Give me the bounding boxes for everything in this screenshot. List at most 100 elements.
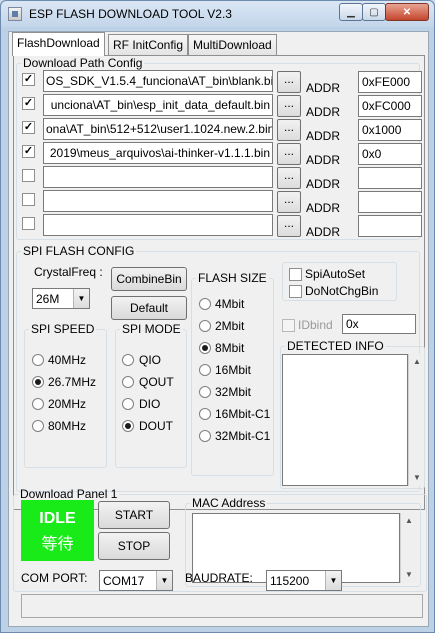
spi-mode-radio[interactable]: [122, 376, 134, 388]
spi-mode-radio[interactable]: [122, 354, 134, 366]
status-text-en: IDLE: [39, 510, 76, 527]
addr-label: ADDR: [306, 153, 341, 167]
path-field[interactable]: [43, 190, 273, 212]
addr-field[interactable]: 0x0: [358, 143, 422, 165]
chevron-down-icon: ▼: [156, 571, 172, 590]
minimize-button[interactable]: ▁: [339, 3, 363, 21]
path-field[interactable]: [43, 214, 273, 236]
scroll-up-icon[interactable]: ▲: [401, 513, 417, 529]
app-icon: [8, 7, 22, 21]
spi-speed-radio[interactable]: [32, 376, 44, 388]
start-button[interactable]: START: [98, 501, 170, 529]
minimize-icon: ▁: [347, 6, 355, 18]
chevron-down-icon: ▼: [73, 289, 89, 308]
addr-field[interactable]: [358, 167, 422, 189]
app-window: ESP FLASH DOWNLOAD TOOL V2.3 ▁ ▢ ✕ Flash…: [0, 0, 435, 633]
com-port-value: COM17: [103, 574, 145, 588]
chevron-down-icon: ▼: [325, 571, 341, 590]
spi-speed-label: 26.7MHz: [48, 375, 97, 389]
flash-size-radio[interactable]: [199, 320, 211, 332]
scroll-up-icon[interactable]: ▲: [409, 354, 425, 370]
com-port-label: COM PORT:: [21, 571, 88, 585]
status-text-cn: 等待: [41, 536, 74, 553]
spi-auto-set-checkbox[interactable]: [289, 268, 302, 281]
idbind-label: IDbind: [298, 318, 333, 332]
combine-bin-button[interactable]: CombineBin: [111, 267, 187, 291]
browse-button[interactable]: ...: [277, 191, 301, 213]
download-path-config-legend: Download Path Config: [23, 56, 143, 70]
addr-field[interactable]: 0xFE000: [358, 71, 422, 93]
browse-button[interactable]: ...: [277, 215, 301, 237]
spi-mode-legend: SPI MODE: [122, 322, 181, 336]
path-field[interactable]: [43, 166, 273, 188]
path-field[interactable]: unciona\AT_bin\esp_init_data_default.bin: [43, 94, 273, 116]
status-bar: [21, 594, 423, 618]
do-not-chg-bin-checkbox[interactable]: [289, 285, 302, 298]
tab-flash-download[interactable]: FlashDownload: [12, 32, 105, 56]
title-bar[interactable]: ESP FLASH DOWNLOAD TOOL V2.3 ▁ ▢ ✕: [1, 1, 434, 27]
crystal-freq-select[interactable]: 26M ▼: [32, 288, 90, 309]
flash-size-legend: FLASH SIZE: [198, 271, 267, 285]
path-checkbox[interactable]: [22, 193, 35, 206]
baudrate-value: 115200: [270, 574, 310, 588]
scroll-down-icon[interactable]: ▼: [401, 567, 417, 583]
spi-mode-radio[interactable]: [122, 398, 134, 410]
addr-field[interactable]: [358, 215, 422, 237]
baudrate-select[interactable]: 115200 ▼: [266, 570, 342, 591]
flash-size-radio[interactable]: [199, 408, 211, 420]
close-button[interactable]: ✕: [385, 3, 429, 21]
idbind-checkbox[interactable]: [282, 319, 295, 332]
flash-size-label: 16Mbit: [215, 363, 252, 377]
spi-mode-label: QIO: [139, 353, 162, 367]
scroll-down-icon[interactable]: ▼: [409, 470, 425, 486]
flash-size-radio[interactable]: [199, 430, 211, 442]
addr-field[interactable]: 0xFC000: [358, 95, 422, 117]
maximize-button[interactable]: ▢: [362, 3, 386, 21]
detected-info-text[interactable]: [282, 354, 408, 486]
flash-size-radio[interactable]: [199, 386, 211, 398]
spi-mode-label: DOUT: [139, 419, 173, 433]
com-port-select[interactable]: COM17 ▼: [99, 570, 173, 591]
stop-button[interactable]: STOP: [98, 532, 170, 560]
spi-speed-legend: SPI SPEED: [31, 322, 95, 336]
path-field[interactable]: OS_SDK_V1.5.4_funciona\AT_bin\blank.bin: [43, 70, 273, 92]
default-button[interactable]: Default: [111, 296, 187, 320]
tab-multi-download[interactable]: MultiDownload: [188, 34, 277, 56]
addr-field[interactable]: 0x1000: [358, 119, 422, 141]
browse-button[interactable]: ...: [277, 95, 301, 117]
flash-size-label: 32Mbit: [215, 385, 252, 399]
path-field[interactable]: 2019\meus_arquivos\ai-thinker-v1.1.1.bin: [43, 142, 273, 164]
maximize-icon: ▢: [369, 6, 379, 18]
spi-mode-group: SPI MODE: [115, 322, 187, 468]
path-checkbox[interactable]: [22, 145, 35, 158]
spi-speed-radio[interactable]: [32, 420, 44, 432]
mac-address-scrollbar[interactable]: ▲ ▼: [400, 513, 416, 583]
path-field[interactable]: ona\AT_bin\512+512\user1.1024.new.2.bin: [43, 118, 273, 140]
browse-button[interactable]: ...: [277, 167, 301, 189]
addr-label: ADDR: [306, 129, 341, 143]
flash-size-radio[interactable]: [199, 298, 211, 310]
path-checkbox[interactable]: [22, 73, 35, 86]
close-icon: ✕: [402, 6, 412, 18]
path-checkbox[interactable]: [22, 217, 35, 230]
flash-size-label: 2Mbit: [215, 319, 245, 333]
path-checkbox[interactable]: [22, 169, 35, 182]
flash-size-radio[interactable]: [199, 364, 211, 376]
flash-size-radio[interactable]: [199, 342, 211, 354]
spi-mode-radio[interactable]: [122, 420, 134, 432]
browse-button[interactable]: ...: [277, 119, 301, 141]
crystal-freq-label: CrystalFreq :: [34, 265, 103, 279]
detected-info-scrollbar[interactable]: ▲ ▼: [408, 354, 424, 486]
spi-speed-radio[interactable]: [32, 354, 44, 366]
idbind-field[interactable]: 0x: [342, 314, 416, 334]
spi-speed-group: SPI SPEED: [24, 322, 107, 468]
flash-size-label: 32Mbit-C1: [215, 429, 271, 443]
path-checkbox[interactable]: [22, 97, 35, 110]
browse-button[interactable]: ...: [277, 143, 301, 165]
path-checkbox[interactable]: [22, 121, 35, 134]
tab-rf-init-config[interactable]: RF InitConfig: [108, 34, 189, 56]
browse-button[interactable]: ...: [277, 71, 301, 93]
download-panel-legend: Download Panel 1: [20, 487, 118, 501]
spi-speed-radio[interactable]: [32, 398, 44, 410]
addr-field[interactable]: [358, 191, 422, 213]
